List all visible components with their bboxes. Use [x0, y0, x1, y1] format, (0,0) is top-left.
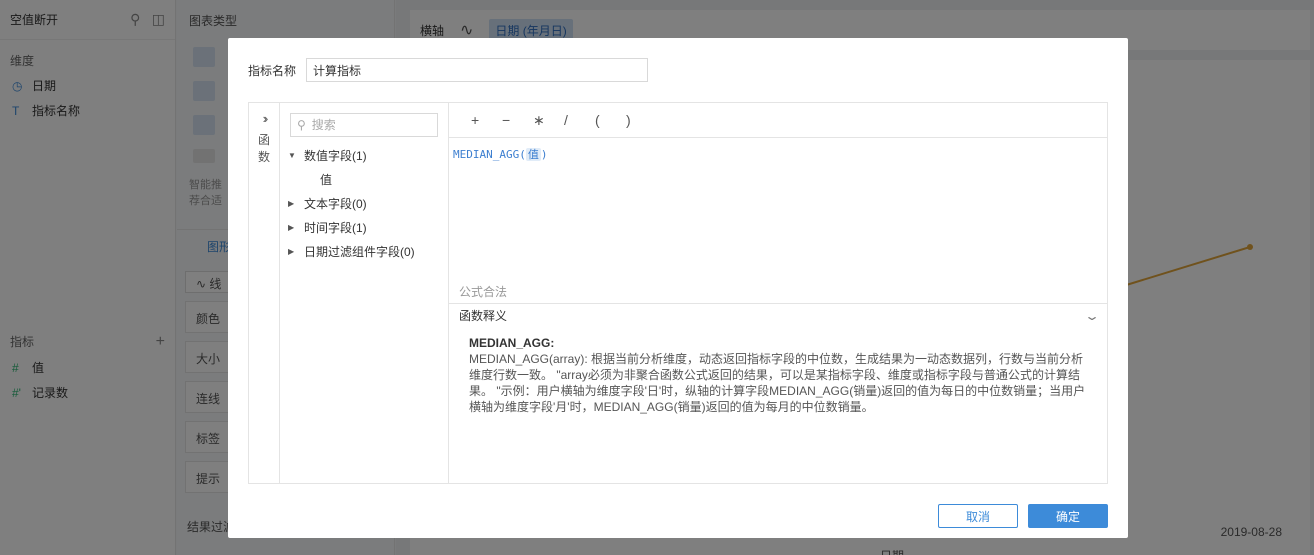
- formula-input[interactable]: MEDIAN_AGG(值): [449, 138, 1107, 283]
- caret-right-icon: ▶: [288, 198, 295, 208]
- calculated-metric-dialog: 指标名称 ›› 函 数 ⚲ ▼ 数值字段(1) 值 ▶ 文本字段(0): [228, 38, 1128, 538]
- chevron-down-icon: ⌄: [1083, 308, 1101, 323]
- formula-panel: + − ∗ / ( ) MEDIAN_AGG(值) 公式合法 函数释义 ⌄ ME…: [449, 103, 1107, 483]
- cancel-button[interactable]: 取消: [938, 504, 1018, 528]
- metric-name-row: 指标名称: [248, 58, 649, 82]
- metric-name-input[interactable]: [306, 58, 649, 82]
- tree-node-label: 数值字段(1): [304, 148, 367, 163]
- caret-right-icon: ▶: [288, 246, 295, 256]
- search-icon: ⚲: [297, 118, 306, 132]
- field-search-input[interactable]: [311, 118, 422, 132]
- double-chevron-right-icon: ››: [262, 111, 269, 126]
- formula-close: ): [540, 148, 548, 161]
- tree-node-time[interactable]: ▶ 时间字段(1): [280, 215, 448, 239]
- formula-argument: 值: [525, 148, 541, 161]
- op-divide[interactable]: /: [564, 112, 595, 128]
- function-label: 数: [257, 150, 270, 164]
- tree-node-numeric[interactable]: ▼ 数值字段(1): [280, 143, 448, 167]
- field-search-box[interactable]: ⚲: [290, 113, 438, 137]
- function-explain-body: MEDIAN_AGG(array): 根据当前分析维度，动态返回指标字段的中位数…: [469, 352, 1086, 414]
- caret-right-icon: ▶: [288, 222, 295, 232]
- formula-valid-status: 公式合法: [459, 285, 508, 299]
- function-explain-content: MEDIAN_AGG: MEDIAN_AGG(array): 根据当前分析维度，…: [449, 327, 1107, 423]
- tree-node-label: 日期过滤组件字段(0): [304, 244, 415, 259]
- field-tree-panel: ⚲ ▼ 数值字段(1) 值 ▶ 文本字段(0) ▶ 时间字段(1) ▶ 日期过滤…: [280, 103, 449, 483]
- function-explain-label: 函数释义: [459, 309, 508, 323]
- tree-node-text[interactable]: ▶ 文本字段(0): [280, 191, 448, 215]
- tree-node-label: 时间字段(1): [304, 220, 367, 235]
- tree-node-date-filter[interactable]: ▶ 日期过滤组件字段(0): [280, 239, 448, 263]
- op-minus[interactable]: −: [502, 112, 533, 128]
- op-plus[interactable]: +: [471, 112, 502, 128]
- function-label: 函: [257, 133, 270, 147]
- op-right-paren[interactable]: ): [626, 112, 657, 128]
- operator-toolbar: + − ∗ / ( ): [449, 103, 1107, 138]
- caret-down-icon: ▼: [288, 150, 296, 160]
- op-multiply[interactable]: ∗: [533, 112, 564, 129]
- metric-name-label: 指标名称: [248, 63, 297, 78]
- tree-node-label: 文本字段(0): [304, 196, 367, 211]
- function-explain-title: MEDIAN_AGG:: [469, 336, 555, 350]
- function-panel-toggle[interactable]: ›› 函 数: [249, 103, 280, 483]
- confirm-button[interactable]: 确定: [1028, 504, 1108, 528]
- formula-function: MEDIAN_AGG(: [453, 148, 526, 161]
- function-explain-header[interactable]: 函数释义 ⌄: [449, 303, 1107, 327]
- op-left-paren[interactable]: (: [595, 112, 626, 128]
- tree-leaf-value[interactable]: 值: [280, 167, 448, 191]
- formula-editor: ›› 函 数 ⚲ ▼ 数值字段(1) 值 ▶ 文本字段(0) ▶ 时间字段(1: [248, 102, 1108, 484]
